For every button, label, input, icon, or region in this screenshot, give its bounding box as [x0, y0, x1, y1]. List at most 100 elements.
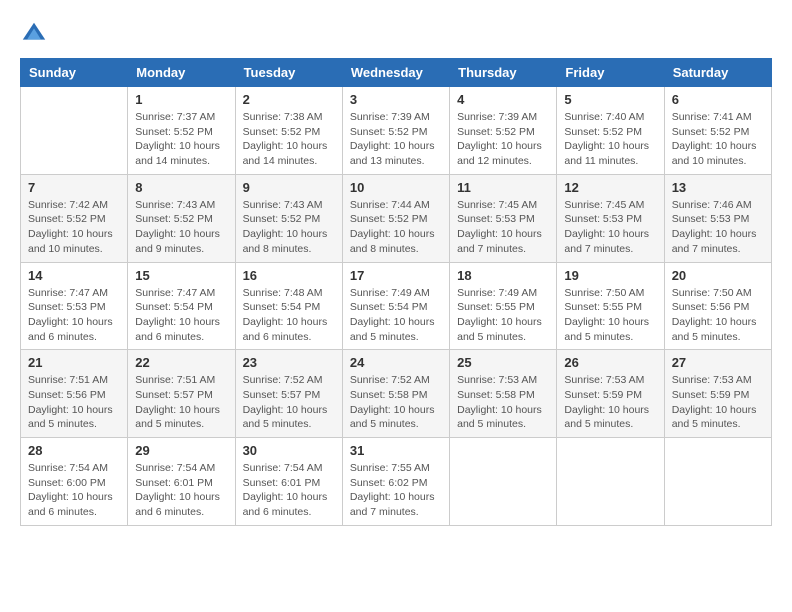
calendar-cell: 14Sunrise: 7:47 AM Sunset: 5:53 PM Dayli…: [21, 262, 128, 350]
calendar-cell: 10 Sunrise: 7:44 AM Sunset: 5:52 PM Dayli…: [342, 174, 449, 262]
day-info: Sunrise: 7:49 AM Sunset: 5:54 PM Dayligh…: [350, 286, 442, 345]
calendar-cell: 23 Sunrise: 7:52 AM Sunset: 5:57 PM Dayli…: [235, 350, 342, 438]
day-info: Sunrise: 7:55 AM Sunset: 6:02 PM Dayligh…: [350, 461, 442, 520]
calendar-cell: 11Sunrise: 7:45 AM Sunset: 5:53 PM Dayli…: [450, 174, 557, 262]
calendar-cell: 3 Sunrise: 7:39 AM Sunset: 5:52 PM Daylig…: [342, 87, 449, 175]
calendar-cell: 13 Sunrise: 7:46 AM Sunset: 5:53 PM Dayli…: [664, 174, 771, 262]
calendar-cell: 8 Sunrise: 7:43 AM Sunset: 5:52 PM Daylig…: [128, 174, 235, 262]
calendar-cell: 17 Sunrise: 7:49 AM Sunset: 5:54 PM Dayli…: [342, 262, 449, 350]
day-info: Sunrise: 7:45 AM Sunset: 5:53 PM Dayligh…: [457, 198, 549, 257]
day-info: Sunrise: 7:52 AM Sunset: 5:58 PM Dayligh…: [350, 373, 442, 432]
day-number: 24: [350, 355, 442, 370]
weekday-header-tuesday: Tuesday: [235, 59, 342, 87]
calendar-cell: 24 Sunrise: 7:52 AM Sunset: 5:58 PM Dayli…: [342, 350, 449, 438]
calendar-cell: 9 Sunrise: 7:43 AM Sunset: 5:52 PM Daylig…: [235, 174, 342, 262]
day-info: Sunrise: 7:43 AM Sunset: 5:52 PM Dayligh…: [135, 198, 227, 257]
day-info: Sunrise: 7:43 AM Sunset: 5:52 PM Dayligh…: [243, 198, 335, 257]
day-number: 22: [135, 355, 227, 370]
day-info: Sunrise: 7:53 AM Sunset: 5:58 PM Dayligh…: [457, 373, 549, 432]
day-info: Sunrise: 7:50 AM Sunset: 5:56 PM Dayligh…: [672, 286, 764, 345]
calendar-table: SundayMondayTuesdayWednesdayThursdayFrid…: [20, 58, 772, 526]
day-number: 18: [457, 268, 549, 283]
week-row-3: 14Sunrise: 7:47 AM Sunset: 5:53 PM Dayli…: [21, 262, 772, 350]
calendar-cell: 15 Sunrise: 7:47 AM Sunset: 5:54 PM Dayli…: [128, 262, 235, 350]
weekday-header-row: SundayMondayTuesdayWednesdayThursdayFrid…: [21, 59, 772, 87]
day-number: 17: [350, 268, 442, 283]
day-number: 16: [243, 268, 335, 283]
day-info: Sunrise: 7:51 AM Sunset: 5:56 PM Dayligh…: [28, 373, 120, 432]
calendar-cell: [664, 438, 771, 526]
day-number: 10: [350, 180, 442, 195]
logo: [20, 20, 52, 48]
day-info: Sunrise: 7:49 AM Sunset: 5:55 PM Dayligh…: [457, 286, 549, 345]
day-info: Sunrise: 7:38 AM Sunset: 5:52 PM Dayligh…: [243, 110, 335, 169]
calendar-cell: 22 Sunrise: 7:51 AM Sunset: 5:57 PM Dayli…: [128, 350, 235, 438]
week-row-5: 28 Sunrise: 7:54 AM Sunset: 6:00 PM Dayli…: [21, 438, 772, 526]
day-info: Sunrise: 7:54 AM Sunset: 6:00 PM Dayligh…: [28, 461, 120, 520]
day-number: 13: [672, 180, 764, 195]
day-number: 8: [135, 180, 227, 195]
week-row-2: 7 Sunrise: 7:42 AM Sunset: 5:52 PM Daylig…: [21, 174, 772, 262]
day-info: Sunrise: 7:39 AM Sunset: 5:52 PM Dayligh…: [457, 110, 549, 169]
calendar-cell: 7 Sunrise: 7:42 AM Sunset: 5:52 PM Daylig…: [21, 174, 128, 262]
header: [20, 20, 772, 48]
day-info: Sunrise: 7:39 AM Sunset: 5:52 PM Dayligh…: [350, 110, 442, 169]
day-info: Sunrise: 7:50 AM Sunset: 5:55 PM Dayligh…: [564, 286, 656, 345]
weekday-header-sunday: Sunday: [21, 59, 128, 87]
day-number: 31: [350, 443, 442, 458]
day-number: 27: [672, 355, 764, 370]
logo-icon: [20, 20, 48, 48]
day-number: 6: [672, 92, 764, 107]
day-number: 1: [135, 92, 227, 107]
calendar-cell: [450, 438, 557, 526]
day-number: 21: [28, 355, 120, 370]
day-number: 5: [564, 92, 656, 107]
day-info: Sunrise: 7:40 AM Sunset: 5:52 PM Dayligh…: [564, 110, 656, 169]
day-number: 28: [28, 443, 120, 458]
day-info: Sunrise: 7:54 AM Sunset: 6:01 PM Dayligh…: [135, 461, 227, 520]
calendar-cell: 31 Sunrise: 7:55 AM Sunset: 6:02 PM Dayli…: [342, 438, 449, 526]
calendar-cell: 20 Sunrise: 7:50 AM Sunset: 5:56 PM Dayli…: [664, 262, 771, 350]
weekday-header-monday: Monday: [128, 59, 235, 87]
day-number: 20: [672, 268, 764, 283]
day-number: 25: [457, 355, 549, 370]
day-number: 23: [243, 355, 335, 370]
day-number: 9: [243, 180, 335, 195]
day-info: Sunrise: 7:46 AM Sunset: 5:53 PM Dayligh…: [672, 198, 764, 257]
day-info: Sunrise: 7:41 AM Sunset: 5:52 PM Dayligh…: [672, 110, 764, 169]
calendar-cell: 4 Sunrise: 7:39 AM Sunset: 5:52 PM Daylig…: [450, 87, 557, 175]
day-info: Sunrise: 7:52 AM Sunset: 5:57 PM Dayligh…: [243, 373, 335, 432]
calendar-cell: 25 Sunrise: 7:53 AM Sunset: 5:58 PM Dayli…: [450, 350, 557, 438]
day-number: 15: [135, 268, 227, 283]
day-info: Sunrise: 7:53 AM Sunset: 5:59 PM Dayligh…: [672, 373, 764, 432]
day-number: 7: [28, 180, 120, 195]
calendar-cell: 6 Sunrise: 7:41 AM Sunset: 5:52 PM Daylig…: [664, 87, 771, 175]
calendar-cell: 5 Sunrise: 7:40 AM Sunset: 5:52 PM Daylig…: [557, 87, 664, 175]
day-info: Sunrise: 7:54 AM Sunset: 6:01 PM Dayligh…: [243, 461, 335, 520]
calendar-cell: [557, 438, 664, 526]
calendar-cell: 26Sunrise: 7:53 AM Sunset: 5:59 PM Dayli…: [557, 350, 664, 438]
calendar-cell: 18 Sunrise: 7:49 AM Sunset: 5:55 PM Dayli…: [450, 262, 557, 350]
day-number: 4: [457, 92, 549, 107]
calendar-cell: 29 Sunrise: 7:54 AM Sunset: 6:01 PM Dayli…: [128, 438, 235, 526]
calendar-cell: 28 Sunrise: 7:54 AM Sunset: 6:00 PM Dayli…: [21, 438, 128, 526]
day-number: 30: [243, 443, 335, 458]
calendar-cell: 19Sunrise: 7:50 AM Sunset: 5:55 PM Dayli…: [557, 262, 664, 350]
day-number: 29: [135, 443, 227, 458]
day-info: Sunrise: 7:37 AM Sunset: 5:52 PM Dayligh…: [135, 110, 227, 169]
calendar-cell: 16 Sunrise: 7:48 AM Sunset: 5:54 PM Dayli…: [235, 262, 342, 350]
day-info: Sunrise: 7:42 AM Sunset: 5:52 PM Dayligh…: [28, 198, 120, 257]
calendar-cell: 21 Sunrise: 7:51 AM Sunset: 5:56 PM Dayli…: [21, 350, 128, 438]
week-row-1: 1 Sunrise: 7:37 AM Sunset: 5:52 PM Daylig…: [21, 87, 772, 175]
day-number: 3: [350, 92, 442, 107]
calendar-cell: 1 Sunrise: 7:37 AM Sunset: 5:52 PM Daylig…: [128, 87, 235, 175]
weekday-header-friday: Friday: [557, 59, 664, 87]
day-info: Sunrise: 7:51 AM Sunset: 5:57 PM Dayligh…: [135, 373, 227, 432]
day-number: 2: [243, 92, 335, 107]
day-info: Sunrise: 7:48 AM Sunset: 5:54 PM Dayligh…: [243, 286, 335, 345]
day-info: Sunrise: 7:53 AM Sunset: 5:59 PM Dayligh…: [564, 373, 656, 432]
day-info: Sunrise: 7:44 AM Sunset: 5:52 PM Dayligh…: [350, 198, 442, 257]
day-info: Sunrise: 7:47 AM Sunset: 5:54 PM Dayligh…: [135, 286, 227, 345]
day-info: Sunrise: 7:45 AM Sunset: 5:53 PM Dayligh…: [564, 198, 656, 257]
day-number: 12: [564, 180, 656, 195]
